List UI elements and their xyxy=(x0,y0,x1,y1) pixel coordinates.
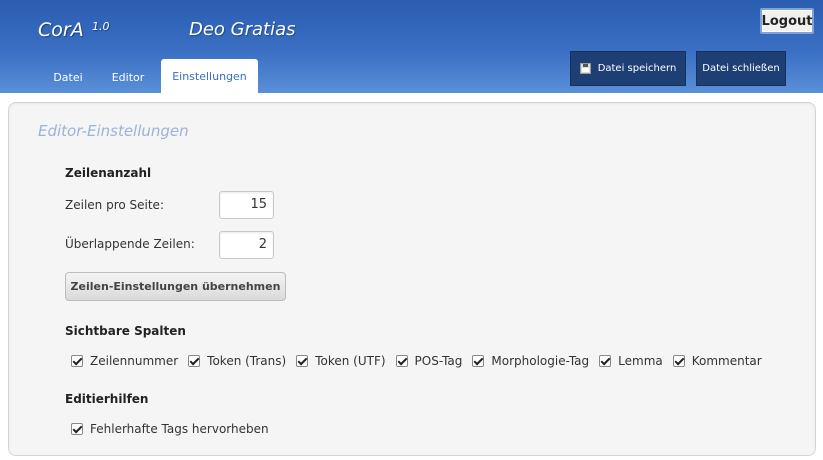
checkbox-label: Zeilennummer xyxy=(90,354,179,368)
column-toggle-lemma[interactable]: Lemma xyxy=(599,354,663,368)
tab-einstellungen[interactable]: Einstellungen xyxy=(161,59,258,93)
panel-title: Editor-Einstellungen xyxy=(38,122,189,140)
lines-heading: Zeilenanzahl xyxy=(65,166,152,180)
checkbox[interactable] xyxy=(71,423,83,435)
checkbox-label: Fehlerhafte Tags hervorheben xyxy=(90,422,269,436)
tab-datei[interactable]: Datei xyxy=(42,61,94,93)
checkbox-label: Lemma xyxy=(618,354,663,368)
lines-per-page-label: Zeilen pro Seite: xyxy=(65,198,164,212)
checkbox[interactable] xyxy=(472,355,485,367)
column-toggle-zeilennummer[interactable]: Zeilennummer xyxy=(71,354,178,368)
checkbox[interactable] xyxy=(672,355,685,367)
toggle-highlight-faulty-tags[interactable]: Fehlerhafte Tags hervorheben xyxy=(71,422,269,436)
column-toggle-token-utf[interactable]: Token (UTF) xyxy=(296,354,386,368)
overlap-lines-label: Überlappende Zeilen: xyxy=(65,237,195,251)
lines-per-page-input[interactable]: 15 xyxy=(219,191,274,219)
column-toggle-morphologie-tag[interactable]: Morphologie-Tag xyxy=(472,354,589,368)
overlap-lines-input[interactable]: 2 xyxy=(219,231,274,259)
column-toggle-pos-tag[interactable]: POS-Tag xyxy=(395,354,463,368)
checkbox-label: Token (Trans) xyxy=(207,354,287,368)
column-toggle-kommentar[interactable]: Kommentar xyxy=(672,354,762,368)
save-file-button[interactable]: Datei speichern xyxy=(570,51,686,86)
apply-lines-button[interactable]: Zeilen-Einstellungen übernehmen xyxy=(65,272,286,301)
settings-panel: Editor-Einstellungen Zeilenanzahl Zeilen… xyxy=(8,102,816,456)
tab-editor[interactable]: Editor xyxy=(100,61,156,93)
checkbox-label: POS-Tag xyxy=(414,354,463,368)
checkbox-label: Kommentar xyxy=(691,354,762,368)
app-version: 1.0 xyxy=(92,20,110,33)
logout-button[interactable]: Logout xyxy=(760,8,814,34)
checkbox[interactable] xyxy=(188,355,201,367)
save-file-label: Datei speichern xyxy=(597,63,677,74)
checkbox[interactable] xyxy=(599,355,612,367)
app-header: CorA 1.0 Deo Gratias Logout Datei Editor… xyxy=(0,0,823,93)
column-toggle-token-trans[interactable]: Token (Trans) xyxy=(188,354,286,368)
checkbox-label: Morphologie-Tag xyxy=(491,354,590,368)
app-name: CorA xyxy=(38,19,84,41)
close-file-button[interactable]: Datei schließen xyxy=(696,51,786,86)
close-file-label: Datei schließen xyxy=(702,63,780,74)
document-title: Deo Gratias xyxy=(189,19,296,40)
helpers-checkbox-row: Fehlerhafte Tags hervorheben xyxy=(71,422,279,436)
columns-heading: Sichtbare Spalten xyxy=(65,324,186,338)
checkbox[interactable] xyxy=(395,355,408,367)
floppy-disk-icon xyxy=(579,63,591,74)
checkbox[interactable] xyxy=(71,355,83,367)
checkbox[interactable] xyxy=(296,355,309,367)
columns-checkbox-row: Zeilennummer Token (Trans) Token (UTF) P… xyxy=(71,354,772,368)
helpers-heading: Editierhilfen xyxy=(65,392,149,406)
checkbox-label: Token (UTF) xyxy=(315,354,386,368)
